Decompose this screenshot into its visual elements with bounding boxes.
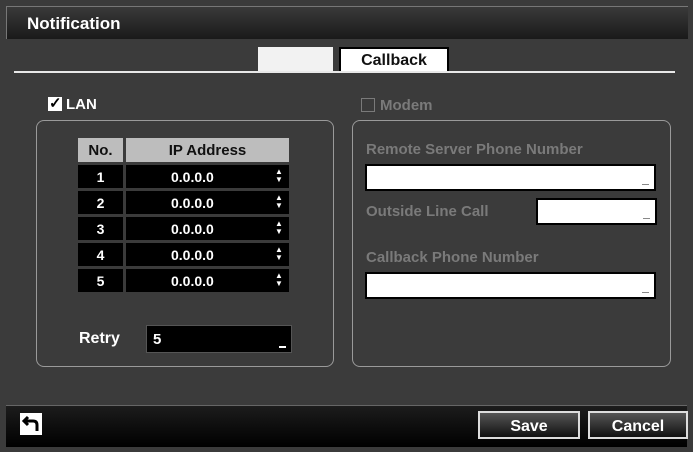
cursor-marker	[642, 184, 649, 185]
row-number: 1	[78, 165, 126, 188]
callback-phone-label: Callback Phone Number	[366, 249, 539, 266]
table-row: 4 0.0.0.0 ▲ ▼	[78, 243, 289, 266]
tab-divider	[14, 71, 675, 73]
ip-address-field[interactable]: 0.0.0.0 ▲ ▼	[126, 191, 289, 214]
outside-line-call-field[interactable]	[536, 198, 657, 225]
back-arrow-icon	[22, 415, 39, 431]
ip-address-value: 0.0.0.0	[171, 168, 214, 185]
lan-label: LAN	[66, 96, 97, 113]
column-header-ip-address: IP Address	[126, 138, 289, 162]
ip-address-value: 0.0.0.0	[171, 272, 214, 289]
callback-phone-field[interactable]	[365, 272, 656, 299]
save-button[interactable]: Save	[478, 411, 580, 439]
up-down-spinner-icon[interactable]: ▲ ▼	[275, 168, 283, 184]
table-row: 1 0.0.0.0 ▲ ▼	[78, 165, 289, 188]
window-title: Notification	[27, 14, 121, 33]
modem-label: Modem	[380, 97, 433, 114]
remote-server-phone-field[interactable]	[365, 164, 656, 191]
retry-field[interactable]: 5	[146, 325, 292, 353]
notification-window: Notification Mail Callback ✓ LAN No. IP …	[0, 0, 693, 452]
retry-label: Retry	[79, 330, 120, 347]
cursor-marker	[643, 218, 650, 219]
lan-checkbox[interactable]: ✓	[48, 95, 62, 112]
row-number: 5	[78, 269, 126, 292]
ip-address-field[interactable]: 0.0.0.0 ▲ ▼	[126, 269, 289, 292]
ip-address-value: 0.0.0.0	[171, 220, 214, 237]
tab-mail[interactable]: Mail	[258, 47, 333, 71]
row-number: 2	[78, 191, 126, 214]
ip-address-field[interactable]: 0.0.0.0 ▲ ▼	[126, 217, 289, 240]
ip-address-field[interactable]: 0.0.0.0 ▲ ▼	[126, 243, 289, 266]
back-button[interactable]	[20, 413, 42, 435]
ip-address-value: 0.0.0.0	[171, 194, 214, 211]
table-row: 5 0.0.0.0 ▲ ▼	[78, 269, 289, 292]
ip-address-table: No. IP Address 1 0.0.0.0 ▲ ▼ 2 0.0.0.0 ▲ ▼ 3…	[78, 135, 289, 295]
table-row: 3 0.0.0.0 ▲ ▼	[78, 217, 289, 240]
column-header-no: No.	[78, 138, 126, 162]
bottom-bar	[6, 405, 687, 447]
ip-address-value: 0.0.0.0	[171, 246, 214, 263]
remote-server-phone-label: Remote Server Phone Number	[366, 141, 583, 158]
up-down-spinner-icon[interactable]: ▲ ▼	[275, 272, 283, 288]
checkmark-icon: ✓	[49, 95, 62, 112]
tab-callback[interactable]: Callback	[339, 47, 449, 71]
table-row: 2 0.0.0.0 ▲ ▼	[78, 191, 289, 214]
outside-line-call-label: Outside Line Call	[366, 203, 489, 220]
modem-checkbox[interactable]	[361, 98, 375, 112]
cursor-marker	[642, 292, 649, 293]
ip-address-field[interactable]: 0.0.0.0 ▲ ▼	[126, 165, 289, 188]
row-number: 4	[78, 243, 126, 266]
cursor-marker	[279, 346, 286, 348]
row-number: 3	[78, 217, 126, 240]
up-down-spinner-icon[interactable]: ▲ ▼	[275, 246, 283, 262]
cancel-button[interactable]: Cancel	[588, 411, 688, 439]
up-down-spinner-icon[interactable]: ▲ ▼	[275, 220, 283, 236]
up-down-spinner-icon[interactable]: ▲ ▼	[275, 194, 283, 210]
title-bar: Notification	[6, 6, 688, 39]
retry-value: 5	[153, 331, 162, 348]
